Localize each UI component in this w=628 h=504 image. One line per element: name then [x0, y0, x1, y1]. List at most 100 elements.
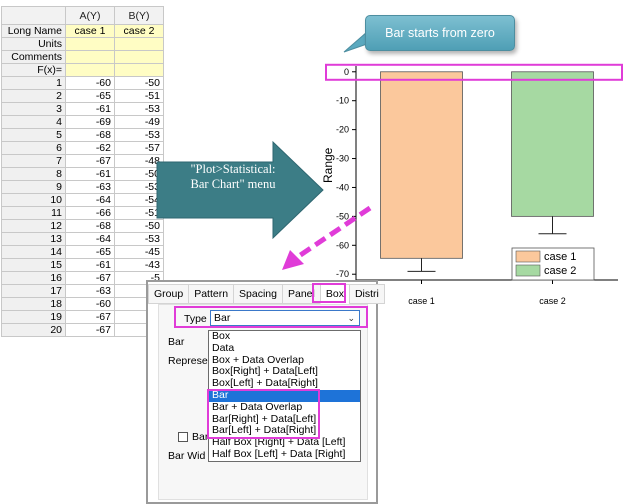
cell-a[interactable]: -65 — [65, 89, 115, 103]
row-number[interactable]: 15 — [1, 258, 66, 272]
row-number[interactable]: 2 — [1, 89, 66, 103]
table-row: 10 -64 -54 — [1, 193, 164, 207]
y-tick-label: -20 — [336, 125, 349, 135]
table-row: 3 -61 -53 — [1, 102, 164, 116]
row-number[interactable]: 3 — [1, 102, 66, 116]
row-number[interactable]: 5 — [1, 128, 66, 142]
meta-cell-b[interactable] — [114, 50, 164, 64]
tab-group[interactable]: Group — [148, 284, 190, 304]
row-number[interactable]: 10 — [1, 193, 66, 207]
meta-cell-a[interactable] — [65, 63, 115, 77]
type-option[interactable]: Box + Data Overlap — [209, 355, 360, 367]
cell-a[interactable]: -63 — [65, 180, 115, 194]
cell-b[interactable]: -51 — [114, 89, 164, 103]
row-label[interactable]: Units — [1, 37, 66, 51]
column-header-b[interactable]: B(Y) — [114, 6, 164, 25]
cell-a[interactable]: -69 — [65, 115, 115, 129]
meta-cell-a[interactable]: case 1 — [65, 24, 115, 38]
row-number[interactable]: 8 — [1, 167, 66, 181]
type-option[interactable]: Box[Right] + Data[Left] — [209, 366, 360, 378]
table-row: 4 -69 -49 — [1, 115, 164, 129]
row-number[interactable]: 16 — [1, 271, 66, 285]
type-highlight — [174, 306, 368, 328]
cell-a[interactable]: -61 — [65, 167, 115, 181]
cell-a[interactable]: -67 — [65, 271, 115, 285]
meta-cell-b[interactable] — [114, 37, 164, 51]
callout-text: Bar starts from zero — [385, 26, 495, 40]
cell-a[interactable]: -67 — [65, 310, 115, 324]
cell-a[interactable]: -67 — [65, 154, 115, 168]
bar-case-1 — [380, 71, 463, 259]
meta-row: F(x)= — [1, 63, 164, 77]
cell-a[interactable]: -60 — [65, 297, 115, 311]
row-number[interactable]: 12 — [1, 219, 66, 233]
y-tick-label: -10 — [336, 96, 349, 106]
row-number[interactable]: 4 — [1, 115, 66, 129]
row-number[interactable]: 19 — [1, 310, 66, 324]
cell-a[interactable]: -68 — [65, 128, 115, 142]
x-tick-label: case 1 — [408, 296, 435, 306]
table-row: 8 -61 -50 — [1, 167, 164, 181]
table-row: 20-67-5 — [1, 323, 164, 337]
bar-checkbox[interactable] — [178, 432, 188, 442]
y-tick-label: -30 — [336, 154, 349, 164]
column-header-a[interactable]: A(Y) — [65, 6, 115, 25]
legend-swatch — [515, 264, 541, 277]
cell-b[interactable]: -50 — [114, 76, 164, 90]
row-number[interactable]: 7 — [1, 154, 66, 168]
cell-a[interactable]: -61 — [65, 258, 115, 272]
tab-spacing[interactable]: Spacing — [233, 284, 283, 304]
cell-a[interactable]: -64 — [65, 232, 115, 246]
table-row: 14 -65 -45 — [1, 245, 164, 259]
cell-a[interactable]: -67 — [65, 323, 115, 337]
row-number[interactable]: 17 — [1, 284, 66, 298]
meta-cell-a[interactable] — [65, 50, 115, 64]
row-label[interactable]: F(x)= — [1, 63, 66, 77]
table-row: 13 -64 -53 — [1, 232, 164, 246]
meta-cell-b[interactable] — [114, 63, 164, 77]
cell-a[interactable]: -60 — [65, 76, 115, 90]
cell-a[interactable]: -66 — [65, 206, 115, 220]
worksheet: A(Y) B(Y) Long Name case 1 case 2 Units Comm… — [1, 6, 164, 337]
cell-b[interactable]: -43 — [114, 258, 164, 272]
row-number[interactable]: 9 — [1, 180, 66, 194]
legend-swatch — [515, 250, 541, 263]
meta-row: Units — [1, 37, 164, 51]
row-number[interactable]: 20 — [1, 323, 66, 337]
type-option[interactable]: Box — [209, 331, 360, 343]
table-row: 15 -61 -43 — [1, 258, 164, 272]
type-option[interactable]: Half Box [Left] + Data [Right] — [209, 449, 360, 461]
row-number[interactable]: 1 — [1, 76, 66, 90]
type-option[interactable]: Data — [209, 343, 360, 355]
meta-row: Long Name case 1 case 2 — [1, 24, 164, 38]
tab-distribution[interactable]: Distri — [348, 284, 385, 304]
row-number[interactable]: 6 — [1, 141, 66, 155]
cell-a[interactable]: -65 — [65, 245, 115, 259]
menu-arrow-line2: Bar Chart" menu — [190, 177, 276, 191]
cell-b[interactable]: -49 — [114, 115, 164, 129]
y-tick-label: 0 — [344, 67, 349, 77]
cell-a[interactable]: -64 — [65, 193, 115, 207]
row-number[interactable]: 14 — [1, 245, 66, 259]
meta-row: Comments — [1, 50, 164, 64]
cell-b[interactable]: -45 — [114, 245, 164, 259]
meta-cell-a[interactable] — [65, 37, 115, 51]
cell-a[interactable]: -68 — [65, 219, 115, 233]
corner-cell[interactable] — [1, 6, 66, 25]
row-number[interactable]: 18 — [1, 297, 66, 311]
menu-arrow-label: "Plot>Statistical: Bar Chart" menu — [168, 162, 298, 192]
represent-label: Represe — [168, 355, 208, 367]
meta-cell-b[interactable]: case 2 — [114, 24, 164, 38]
row-label[interactable]: Long Name — [1, 24, 66, 38]
cell-a[interactable]: -63 — [65, 284, 115, 298]
row-label[interactable]: Comments — [1, 50, 66, 64]
cell-a[interactable]: -62 — [65, 141, 115, 155]
row-number[interactable]: 11 — [1, 206, 66, 220]
row-number[interactable]: 13 — [1, 232, 66, 246]
tab-pattern[interactable]: Pattern — [188, 284, 235, 304]
cell-b[interactable]: -53 — [114, 102, 164, 116]
table-row: 1 -60 -50 — [1, 76, 164, 90]
table-row: 6 -62 -57 — [1, 141, 164, 155]
cell-a[interactable]: -61 — [65, 102, 115, 116]
table-row: 12 -68 -50 — [1, 219, 164, 233]
